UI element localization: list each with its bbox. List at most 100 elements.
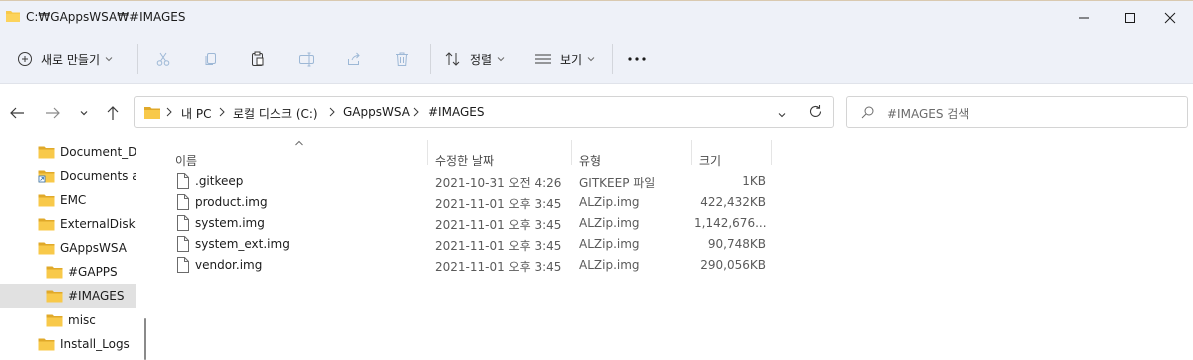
- nav-item-emc[interactable]: EMC: [0, 188, 136, 212]
- address-bar[interactable]: 내 PC 로컬 디스크 (C:) GAppsWSA #IMAGES: [134, 96, 834, 128]
- sort-label: 정렬: [470, 52, 493, 67]
- nav-item-install-logs[interactable]: Install_Logs: [0, 332, 136, 356]
- address-dropdown-button[interactable]: [777, 108, 787, 122]
- file-size: 422,432KB: [700, 195, 766, 209]
- delete-icon: [396, 52, 408, 66]
- file-type: GITKEEP 파일: [579, 176, 656, 190]
- new-label: 새로 만들기: [41, 52, 101, 67]
- nav-item-images[interactable]: #IMAGES: [0, 284, 136, 308]
- file-list: 이름 수정한 날짜 유형 크기 .gitkeep 2021-10-31 오전 4…: [158, 140, 1193, 360]
- forward-button[interactable]: [42, 102, 64, 124]
- nav-item-externaldisk[interactable]: ExternalDisk: [0, 212, 136, 236]
- cut-button[interactable]: [155, 46, 171, 72]
- file-icon: [177, 236, 189, 252]
- refresh-button[interactable]: [808, 104, 823, 122]
- folder-icon: [5, 9, 21, 26]
- more-options-button[interactable]: [627, 46, 647, 72]
- nav-scrollbar-thumb[interactable]: [144, 318, 146, 360]
- file-row[interactable]: system.img 2021-11-01 오후 3:45 ALZip.img …: [158, 213, 778, 234]
- nav-item-label: Documents ar: [60, 169, 136, 183]
- column-header-size[interactable]: 크기: [699, 152, 721, 169]
- share-icon: [348, 52, 360, 65]
- nav-item-gapps[interactable]: #GAPPS: [0, 260, 136, 284]
- nav-item-misc[interactable]: misc: [0, 308, 136, 332]
- file-row[interactable]: system_ext.img 2021-11-01 오후 3:45 ALZip.…: [158, 234, 778, 255]
- column-header-name[interactable]: 이름: [175, 152, 197, 169]
- column-divider[interactable]: [771, 140, 772, 165]
- back-button[interactable]: [6, 102, 28, 124]
- chevron-down-icon: [587, 57, 595, 62]
- arrow-right-icon: [46, 107, 60, 119]
- view-list-icon: [535, 54, 551, 64]
- title-bar: C:₩GAppsWSA₩#IMAGES: [0, 0, 1193, 34]
- command-bar: 새로 만들기 정렬 보기: [0, 34, 1193, 84]
- file-name: .gitkeep: [195, 174, 244, 188]
- cut-icon: [156, 52, 170, 66]
- column-divider[interactable]: [571, 140, 572, 165]
- nav-item-label: GAppsWSA: [60, 241, 127, 255]
- search-placeholder: #IMAGES 검색: [887, 107, 970, 121]
- nav-item-label: EMC: [60, 193, 87, 207]
- file-date: 2021-11-01 오후 3:45: [435, 218, 562, 232]
- file-row[interactable]: vendor.img 2021-11-01 오후 3:45 ALZip.img …: [158, 255, 778, 276]
- breadcrumb-item[interactable]: #IMAGES: [428, 105, 484, 119]
- folder-icon: [38, 338, 55, 351]
- search-box[interactable]: #IMAGES 검색: [846, 96, 1188, 128]
- paste-button[interactable]: [250, 46, 266, 72]
- recent-locations-button[interactable]: [73, 102, 95, 124]
- nav-item-gappswsa[interactable]: GAppsWSA: [0, 236, 136, 260]
- file-name: system.img: [195, 216, 265, 230]
- breadcrumb-item[interactable]: GAppsWSA: [343, 105, 410, 119]
- chevron-right-icon: [219, 107, 225, 117]
- file-date: 2021-11-01 오후 3:45: [435, 197, 562, 211]
- sort-button[interactable]: 정렬: [444, 46, 505, 72]
- arrow-up-icon: [107, 106, 119, 120]
- folder-icon: [46, 314, 63, 327]
- column-divider[interactable]: [691, 140, 692, 165]
- new-button[interactable]: 새로 만들기: [17, 46, 113, 72]
- nav-item-label: misc: [68, 313, 96, 327]
- column-header-type[interactable]: 유형: [579, 152, 601, 169]
- up-button[interactable]: [102, 102, 124, 124]
- chevron-right-icon: [166, 107, 172, 117]
- file-date: 2021-11-01 오후 3:45: [435, 239, 562, 253]
- file-size: 1KB: [742, 174, 766, 188]
- toolbar-divider: [430, 44, 431, 74]
- folder-icon: [38, 218, 55, 231]
- view-button[interactable]: 보기: [534, 46, 595, 72]
- delete-button[interactable]: [394, 46, 410, 72]
- close-button[interactable]: [1147, 1, 1193, 34]
- file-size: 1,142,676...: [694, 216, 767, 230]
- search-icon: [861, 106, 874, 122]
- rename-button[interactable]: [298, 46, 316, 72]
- copy-button[interactable]: [203, 46, 219, 72]
- sort-icon: [445, 52, 460, 66]
- chevron-right-icon: [329, 107, 335, 117]
- file-row[interactable]: product.img 2021-11-01 오후 3:45 ALZip.img…: [158, 192, 778, 213]
- toolbar-divider: [137, 44, 138, 74]
- paste-icon: [252, 51, 264, 66]
- minimize-button[interactable]: [1061, 1, 1107, 34]
- column-divider[interactable]: [427, 140, 428, 165]
- nav-item-document-de[interactable]: Document_De: [0, 140, 136, 164]
- file-size: 290,056KB: [700, 258, 766, 272]
- nav-item-label: Document_De: [60, 145, 136, 159]
- file-row[interactable]: .gitkeep 2021-10-31 오전 4:26 GITKEEP 파일 1…: [158, 171, 778, 192]
- column-header-date[interactable]: 수정한 날짜: [435, 152, 494, 169]
- share-button[interactable]: [346, 46, 362, 72]
- maximize-icon: [1125, 12, 1135, 23]
- plus-circle-icon: [18, 52, 32, 66]
- folder-icon: [46, 266, 63, 279]
- file-type: ALZip.img: [579, 216, 640, 230]
- address-row: 내 PC 로컬 디스크 (C:) GAppsWSA #IMAGES #IMAGE…: [0, 84, 1193, 140]
- folder-icon: [38, 194, 55, 207]
- breadcrumb-item[interactable]: 내 PC: [181, 105, 211, 122]
- breadcrumb-item[interactable]: 로컬 디스크 (C:): [233, 105, 318, 122]
- chevron-down-icon: [778, 113, 786, 118]
- file-icon: [177, 173, 189, 189]
- file-type: ALZip.img: [579, 237, 640, 251]
- file-icon: [177, 194, 189, 210]
- file-type: ALZip.img: [579, 195, 640, 209]
- nav-item-documents-ar[interactable]: Documents ar: [0, 164, 136, 188]
- close-icon: [1164, 12, 1176, 23]
